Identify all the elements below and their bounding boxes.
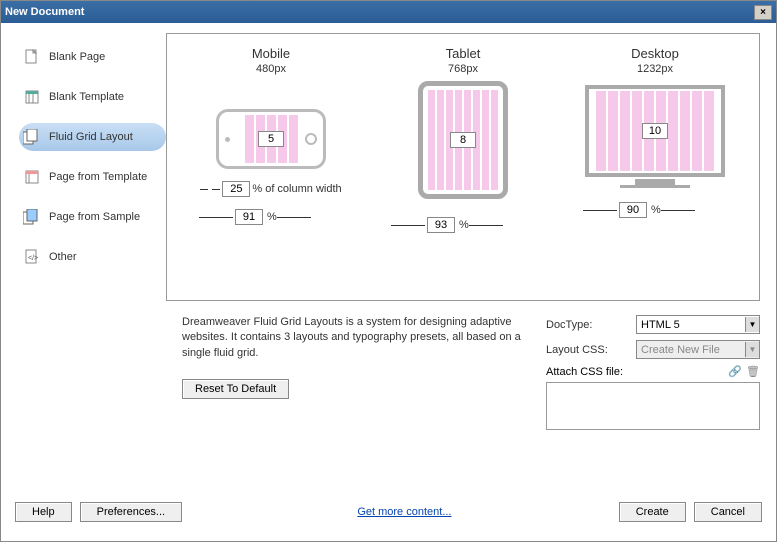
window-title: New Document: [5, 6, 84, 18]
page-template-icon: [23, 169, 41, 185]
sidebar-item-blank-template[interactable]: Blank Template: [19, 83, 166, 111]
mobile-col-pct-input[interactable]: [222, 181, 250, 197]
help-button[interactable]: Help: [15, 502, 72, 522]
tablet-width-input[interactable]: [427, 217, 455, 233]
code-icon: </>: [23, 249, 41, 265]
page-icon: [23, 49, 41, 65]
desktop-device-icon: [585, 85, 725, 177]
sidebar-label: Other: [49, 251, 77, 263]
layoutcss-label: Layout CSS:: [546, 344, 636, 356]
desktop-column: Desktop 1232px: [559, 46, 751, 288]
layout-panel: Mobile 480px % of column width: [166, 33, 760, 301]
pct-symbol: %: [651, 204, 661, 216]
attach-css-label: Attach CSS file:: [546, 366, 728, 378]
mobile-device-icon: [216, 109, 326, 169]
titlebar: New Document ×: [1, 1, 776, 23]
sidebar-item-page-sample[interactable]: Page from Sample: [19, 203, 166, 231]
close-button[interactable]: ×: [754, 5, 772, 20]
tablet-columns-input[interactable]: [450, 132, 476, 148]
trash-icon[interactable]: 🗑: [746, 365, 760, 378]
tablet-column: Tablet 768px %: [367, 46, 559, 288]
svg-text:</>: </>: [28, 255, 38, 262]
fluid-grid-icon: [23, 129, 41, 145]
tablet-sub: 768px: [448, 63, 478, 75]
link-icon[interactable]: 🔗: [728, 365, 742, 378]
get-more-content-link[interactable]: Get more content...: [357, 506, 451, 518]
sidebar-label: Blank Template: [49, 91, 124, 103]
preferences-button[interactable]: Preferences...: [80, 502, 182, 522]
pct-symbol: %: [267, 211, 277, 223]
layoutcss-value: Create New File: [641, 344, 720, 356]
layoutcss-select: Create New File ▼: [636, 340, 760, 359]
doctype-select[interactable]: HTML 5 ▼: [636, 315, 760, 334]
sidebar-label: Page from Template: [49, 171, 147, 183]
sidebar-item-fluid-grid[interactable]: Fluid Grid Layout: [19, 123, 166, 151]
desktop-title: Desktop: [631, 46, 679, 61]
description-text: Dreamweaver Fluid Grid Layouts is a syst…: [182, 315, 536, 361]
desktop-columns-input[interactable]: [642, 123, 668, 139]
chevron-down-icon: ▼: [745, 342, 759, 357]
create-button[interactable]: Create: [619, 502, 686, 522]
template-icon: [23, 89, 41, 105]
tablet-title: Tablet: [446, 46, 481, 61]
footer: Help Preferences... Get more content... …: [1, 493, 776, 531]
sidebar-item-page-template[interactable]: Page from Template: [19, 163, 166, 191]
attach-css-list[interactable]: [546, 382, 760, 430]
doctype-label: DocType:: [546, 319, 636, 331]
desktop-sub: 1232px: [637, 63, 673, 75]
mobile-sub: 480px: [256, 63, 286, 75]
sidebar-label: Fluid Grid Layout: [49, 131, 133, 143]
sidebar-item-other[interactable]: </> Other: [19, 243, 166, 271]
sidebar-label: Blank Page: [49, 51, 105, 63]
sidebar: Blank Page Blank Template Fluid Grid Lay…: [11, 33, 166, 483]
sidebar-label: Page from Sample: [49, 211, 140, 223]
sidebar-item-blank-page[interactable]: Blank Page: [19, 43, 166, 71]
col-pct-label: % of column width: [252, 183, 341, 195]
doctype-value: HTML 5: [641, 319, 680, 331]
reset-button[interactable]: Reset To Default: [182, 379, 289, 399]
cancel-button[interactable]: Cancel: [694, 502, 762, 522]
mobile-columns-input[interactable]: [258, 131, 284, 147]
chevron-down-icon: ▼: [745, 317, 759, 332]
desktop-width-input[interactable]: [619, 202, 647, 218]
tablet-device-icon: [418, 81, 508, 199]
pct-symbol: %: [459, 219, 469, 231]
mobile-title: Mobile: [252, 46, 290, 61]
mobile-column: Mobile 480px % of column width: [175, 46, 367, 288]
mobile-width-input[interactable]: [235, 209, 263, 225]
page-sample-icon: [23, 209, 41, 225]
